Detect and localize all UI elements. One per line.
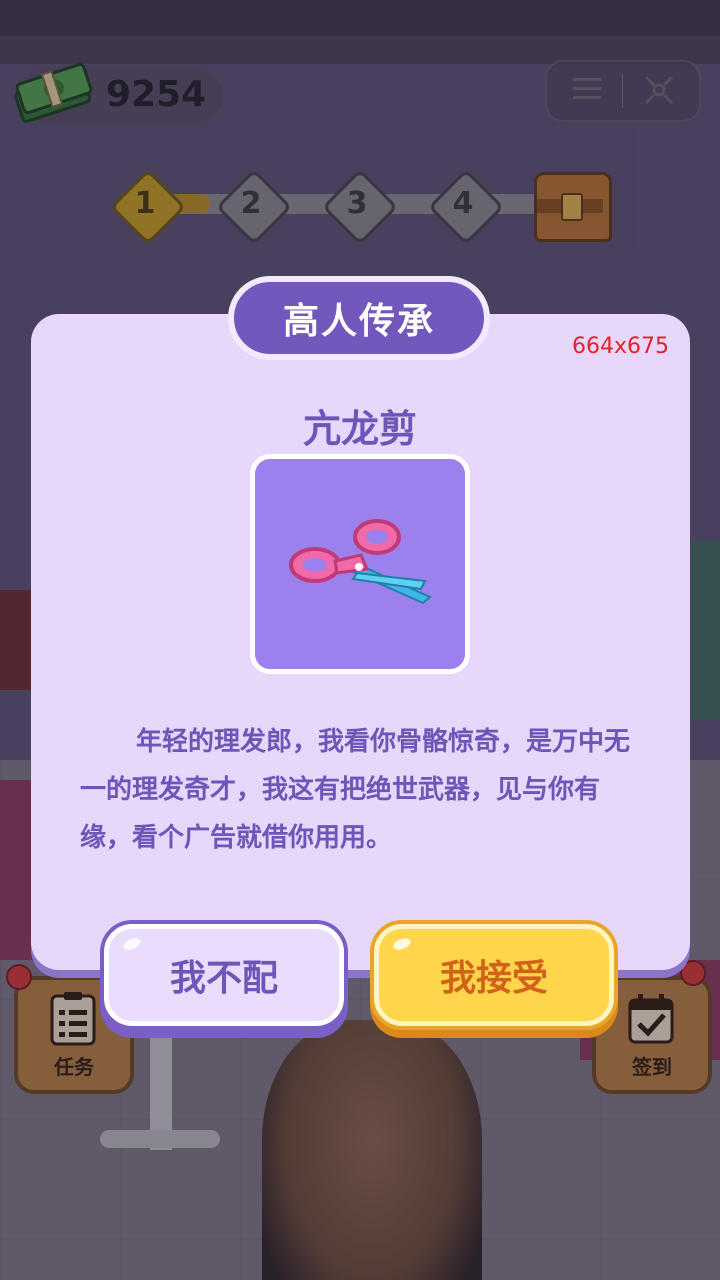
dialog-title: 高人传承 <box>282 301 435 342</box>
decline-button[interactable]: 我不配 <box>104 924 344 1026</box>
dialog-title-tab: 高人传承 <box>228 276 490 360</box>
button-shine <box>121 936 143 952</box>
scissors-icon <box>289 519 432 605</box>
decline-label: 我不配 <box>169 958 278 999</box>
button-shine <box>391 936 413 952</box>
item-image-frame <box>250 454 470 674</box>
accept-button[interactable]: 我接受 <box>374 924 614 1026</box>
game-screen: 9254 1 2 3 4 任务 签到 高人传承 664x675 亢龙剪 年轻的理… <box>0 0 720 1280</box>
accept-label: 我接受 <box>439 958 548 999</box>
item-description: 年轻的理发郎，我看你骨骼惊奇，是万中无一的理发奇才，我这有把绝世武器，见与你有缘… <box>80 727 631 853</box>
item-name: 亢龙剪 <box>302 407 417 451</box>
size-label: 664x675 <box>572 334 670 359</box>
